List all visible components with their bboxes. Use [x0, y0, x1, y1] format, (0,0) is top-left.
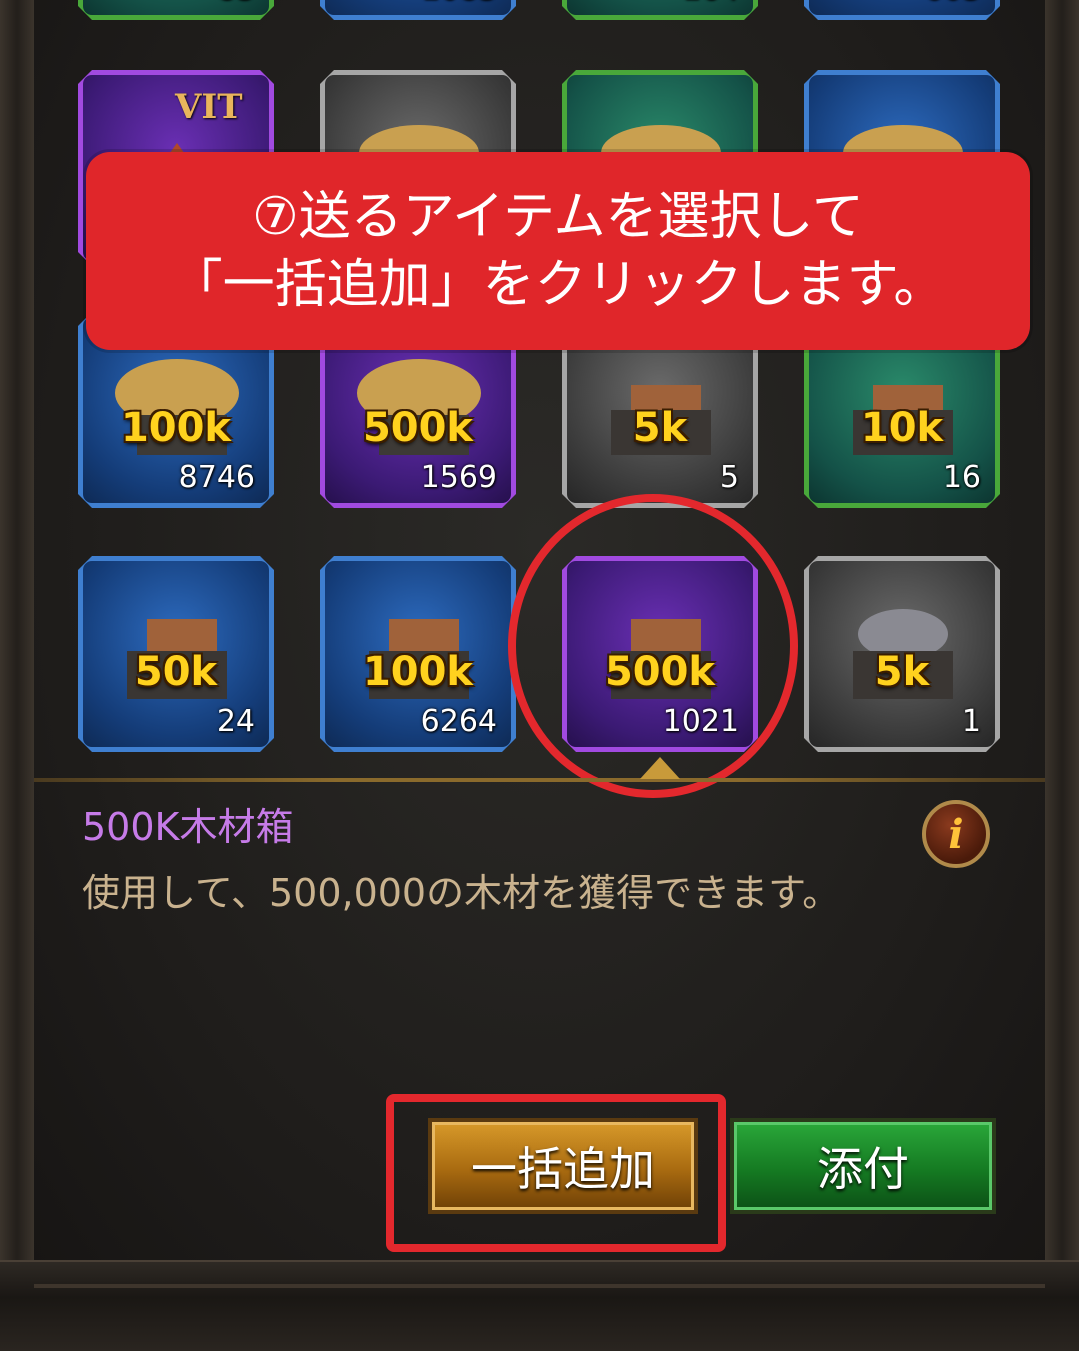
- frame-left: [0, 0, 34, 1349]
- info-icon[interactable]: i: [922, 800, 990, 868]
- item-count: 8746: [178, 460, 255, 495]
- item-count: 16: [942, 460, 981, 495]
- attach-button[interactable]: 添付: [730, 1118, 996, 1214]
- item-count: 164: [682, 0, 739, 7]
- item-amount: 5k: [874, 649, 930, 695]
- item-card[interactable]: 50k 24: [78, 556, 274, 752]
- item-amount: 5k: [632, 405, 688, 451]
- item-card[interactable]: 1083: [320, 0, 516, 20]
- item-card[interactable]: 164: [562, 0, 758, 20]
- item-amount: 100k: [120, 405, 232, 451]
- item-count: 603: [924, 0, 981, 7]
- callout-line-2: 「一括追加」をクリックします。: [170, 255, 946, 315]
- item-count: 1569: [420, 460, 497, 495]
- selection-highlight-circle: [508, 494, 798, 798]
- inventory-panel: 83 1083 164 603 VIT 100k 874: [0, 0, 1079, 1351]
- frame-right: [1045, 0, 1079, 1349]
- item-card[interactable]: 83: [78, 0, 274, 20]
- callout-line-1: ⑦送るアイテムを選択して: [252, 187, 864, 247]
- selected-item-description: 使用して、500,000の木材を獲得できます。: [82, 871, 841, 915]
- selected-item-name: 500K木材箱: [82, 805, 294, 849]
- item-count: 83: [217, 0, 255, 7]
- item-count: 6264: [420, 704, 497, 739]
- item-count: 1: [961, 704, 981, 739]
- item-card[interactable]: 603: [804, 0, 1000, 20]
- item-card[interactable]: 5k 1: [804, 556, 1000, 752]
- item-count: 24: [216, 704, 255, 739]
- item-card[interactable]: 100k 6264: [320, 556, 516, 752]
- bulk-add-highlight-rect: [386, 1094, 726, 1252]
- item-count: 5: [719, 460, 739, 495]
- item-amount: 10k: [860, 405, 944, 451]
- item-amount: 50k: [134, 649, 218, 695]
- item-count: 1083: [421, 0, 497, 7]
- instruction-callout: ⑦送るアイテムを選択して 「一括追加」をクリックします。: [86, 152, 1030, 350]
- item-amount: 500k: [362, 405, 474, 451]
- selection-pointer-icon: [640, 757, 680, 779]
- bottom-rail: [0, 1260, 1079, 1351]
- item-amount: 100k: [362, 649, 474, 695]
- detail-divider: [34, 778, 1045, 782]
